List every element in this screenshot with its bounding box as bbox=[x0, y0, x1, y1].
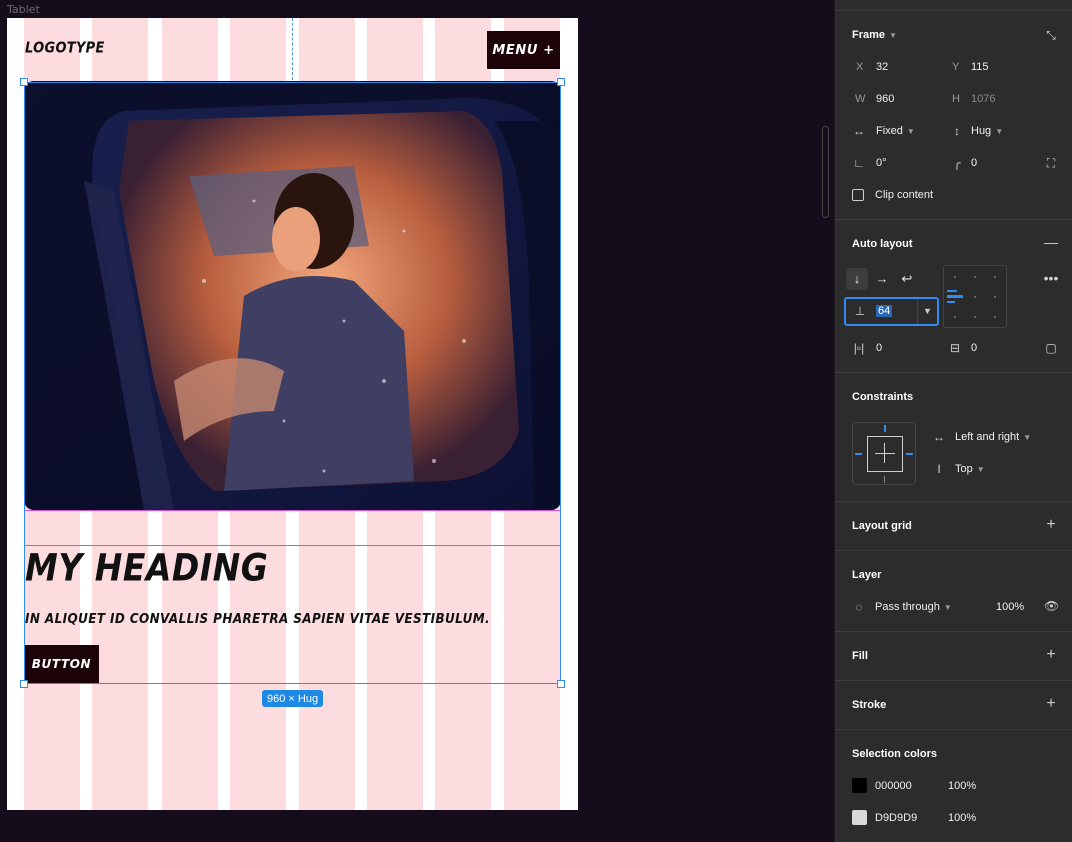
eye-icon[interactable]: 👁 bbox=[1044, 600, 1059, 612]
horizontal-padding-input[interactable]: 0 bbox=[876, 342, 882, 354]
blend-mode-icon: ◌ bbox=[855, 600, 863, 614]
page-heading[interactable]: MY HEADING bbox=[25, 546, 268, 590]
auto-layout-title: Auto layout bbox=[852, 238, 913, 250]
chevron-down-icon: ▼ bbox=[976, 465, 985, 474]
resize-handle[interactable] bbox=[557, 680, 565, 688]
vertical-constraint-select[interactable]: Top ▼ bbox=[955, 463, 985, 475]
vertical-padding-icon: ⊟ bbox=[949, 341, 961, 355]
color-opacity[interactable]: 100% bbox=[948, 812, 976, 824]
width-mode-select[interactable]: Fixed ▼ bbox=[876, 125, 915, 137]
color-hex[interactable]: 000000 bbox=[875, 780, 912, 792]
gap-input[interactable]: ⊥ 64 ▼ bbox=[844, 297, 939, 326]
wrap-direction-icon[interactable]: ↩ bbox=[896, 268, 918, 290]
fill-title: Fill bbox=[852, 650, 868, 662]
resize-handle[interactable] bbox=[20, 680, 28, 688]
h-label: H bbox=[952, 93, 960, 105]
x-input[interactable]: 32 bbox=[876, 61, 888, 73]
horizontal-padding-icon: |▫| bbox=[853, 341, 865, 355]
width-resizing-icon: ↔ bbox=[853, 124, 865, 138]
cta-button[interactable]: BUTTON bbox=[24, 645, 99, 683]
vertical-constraint-icon: I bbox=[937, 462, 941, 476]
chevron-down-icon: ▼ bbox=[906, 127, 915, 136]
right-constraint-pin[interactable] bbox=[906, 453, 913, 455]
center-guide bbox=[292, 18, 293, 80]
frame-label[interactable]: Tablet bbox=[7, 3, 40, 16]
color-swatch[interactable] bbox=[852, 778, 867, 793]
add-fill-icon[interactable]: + bbox=[1044, 647, 1058, 663]
selection-colors-title: Selection colors bbox=[852, 748, 937, 760]
horizontal-constraint-select[interactable]: Left and right ▼ bbox=[955, 431, 1031, 443]
clip-content-label: Clip content bbox=[875, 189, 934, 201]
constraint-frame bbox=[867, 436, 903, 472]
chevron-down-icon: ▼ bbox=[1023, 433, 1032, 442]
constraints-widget[interactable] bbox=[852, 422, 916, 485]
chevron-down-icon[interactable]: ▼ bbox=[917, 299, 937, 324]
hero-image[interactable] bbox=[24, 81, 561, 510]
layer-title: Layer bbox=[852, 569, 882, 581]
add-layout-grid-icon[interactable]: + bbox=[1044, 517, 1058, 533]
chevron-down-icon: ▼ bbox=[943, 603, 952, 612]
menu-button[interactable]: MENU + bbox=[487, 31, 560, 69]
scrollbar[interactable] bbox=[822, 126, 829, 218]
blend-mode-select[interactable]: Pass through ▼ bbox=[875, 601, 952, 613]
corner-radius-input[interactable]: 0 bbox=[971, 157, 977, 169]
w-input[interactable]: 960 bbox=[876, 93, 894, 105]
h-input[interactable]: 1076 bbox=[971, 93, 995, 105]
chevron-down-icon: ▼ bbox=[889, 31, 897, 40]
independent-corners-icon[interactable]: ⛶ bbox=[1044, 157, 1058, 169]
top-constraint-pin[interactable] bbox=[884, 425, 886, 432]
bottom-constraint-pin[interactable] bbox=[884, 476, 885, 483]
left-constraint-pin[interactable] bbox=[855, 453, 862, 455]
layer-opacity-input[interactable]: 100% bbox=[996, 601, 1024, 613]
logotype[interactable]: LOGOTYPE bbox=[25, 40, 105, 57]
color-hex[interactable]: D9D9D9 bbox=[875, 812, 917, 824]
horizontal-constraint-icon: ↔ bbox=[933, 430, 945, 444]
height-resizing-icon: ↕ bbox=[954, 124, 960, 138]
constraints-title: Constraints bbox=[852, 391, 914, 403]
resize-handle[interactable] bbox=[557, 78, 565, 86]
color-opacity[interactable]: 100% bbox=[948, 780, 976, 792]
clip-content-checkbox[interactable] bbox=[852, 189, 864, 201]
y-label: Y bbox=[952, 61, 960, 73]
x-label: X bbox=[856, 61, 864, 73]
corner-radius-icon: ╭ bbox=[953, 156, 961, 170]
alignment-grid[interactable] bbox=[943, 265, 1007, 328]
frame-section-title[interactable]: Frame ▼ bbox=[852, 29, 897, 41]
color-swatch[interactable] bbox=[852, 810, 867, 825]
layout-grid-title: Layout grid bbox=[852, 520, 912, 532]
chevron-down-icon: ▼ bbox=[995, 127, 1004, 136]
properties-panel: Frame ▼ ⤡ X 32 Y 115 W 960 H 1076 ↔ Fixed… bbox=[834, 0, 1072, 842]
spacer-frame bbox=[24, 510, 561, 546]
rotation-icon: ∟ bbox=[853, 156, 865, 170]
size-badge: 960 × Hug bbox=[262, 690, 324, 707]
body-text[interactable]: IN ALIQUET ID CONVALLIS PHARETRA SAPIEN … bbox=[25, 611, 490, 626]
gap-value[interactable]: 64 bbox=[876, 305, 893, 317]
horizontal-direction-icon[interactable]: → bbox=[871, 268, 893, 290]
vertical-padding-input[interactable]: 0 bbox=[971, 342, 977, 354]
more-options-icon[interactable]: ••• bbox=[1042, 271, 1060, 285]
w-label: W bbox=[855, 93, 866, 105]
y-input[interactable]: 115 bbox=[971, 61, 989, 73]
individual-padding-icon[interactable]: ▢ bbox=[1044, 342, 1058, 354]
rotation-input[interactable]: 0° bbox=[876, 157, 887, 169]
resize-handle[interactable] bbox=[20, 78, 28, 86]
add-stroke-icon[interactable]: + bbox=[1044, 696, 1058, 712]
vertical-direction-icon[interactable]: ↓ bbox=[846, 268, 868, 290]
collapse-icon[interactable]: ⤡ bbox=[1044, 29, 1058, 41]
spacing-between-icon: ⊥ bbox=[854, 304, 866, 318]
height-mode-select[interactable]: Hug ▼ bbox=[971, 125, 1003, 137]
stroke-title: Stroke bbox=[852, 699, 887, 711]
remove-auto-layout-icon[interactable]: — bbox=[1044, 235, 1058, 249]
